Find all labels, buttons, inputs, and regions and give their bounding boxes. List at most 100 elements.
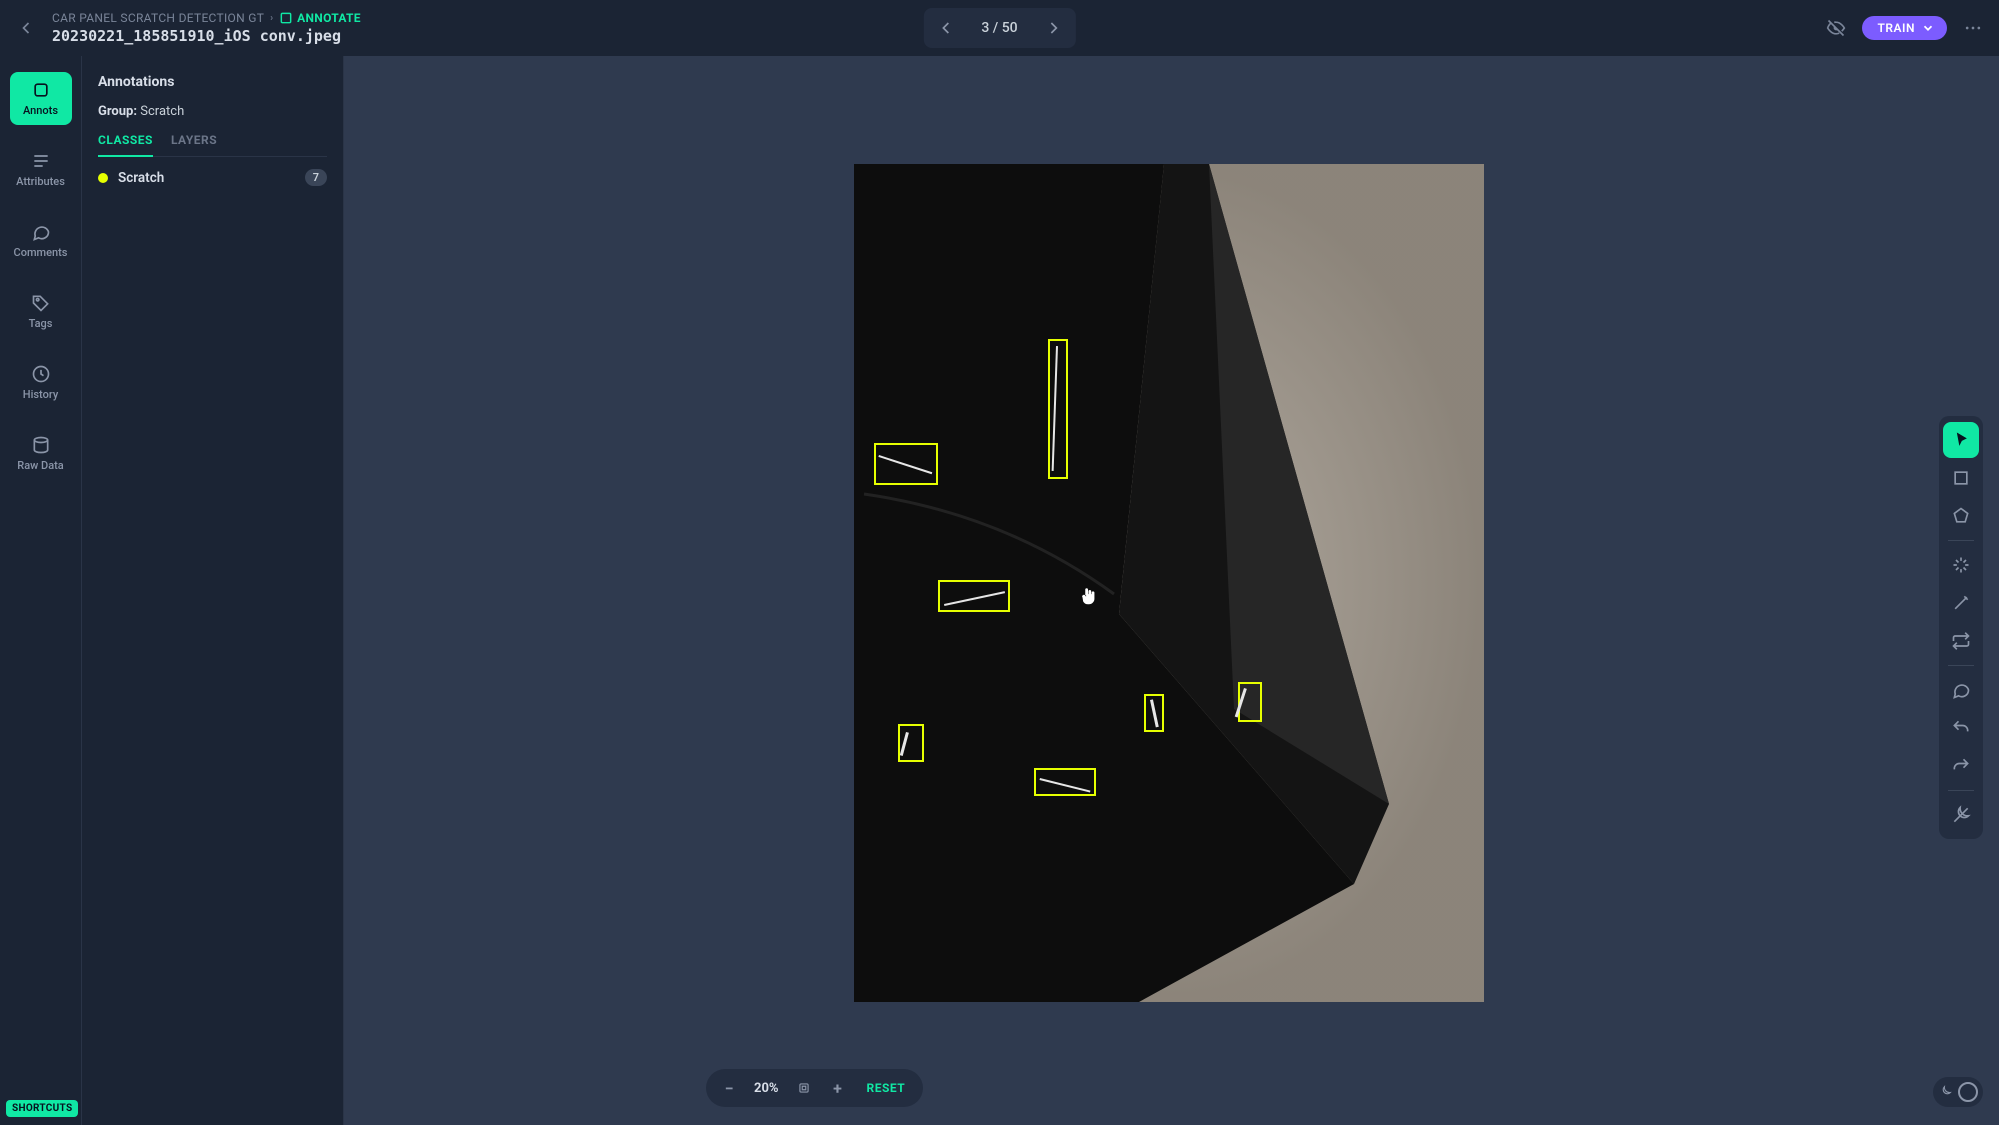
group-label: Group: [98, 104, 137, 119]
tool-sep [1948, 790, 1974, 791]
tool-polygon[interactable] [1943, 498, 1979, 534]
annotation-bbox[interactable] [1034, 768, 1096, 796]
tool-repeat[interactable] [1943, 623, 1979, 659]
arrow-left-icon [16, 18, 36, 38]
ellipsis-icon [1963, 18, 1983, 38]
annotation-bbox[interactable] [1048, 339, 1068, 479]
nav-item-annots[interactable]: Annots [10, 72, 72, 125]
tags-icon [31, 293, 51, 313]
annotations-panel: Annotations Group: Scratch CLASSES LAYER… [82, 56, 344, 1125]
attributes-icon [31, 151, 51, 171]
breadcrumb-project[interactable]: CAR PANEL SCRATCH DETECTION GT [52, 11, 264, 25]
comments-icon [31, 222, 51, 242]
theme-knob [1958, 1082, 1978, 1102]
class-name: Scratch [118, 170, 295, 186]
topbar-left: CAR PANEL SCRATCH DETECTION GT › ANNOTAT… [12, 11, 361, 45]
tab-classes[interactable]: CLASSES [98, 133, 153, 157]
redo-icon [1951, 756, 1971, 776]
tool-smart[interactable] [1943, 547, 1979, 583]
chevron-left-icon [935, 18, 955, 38]
undo-icon [1951, 718, 1971, 738]
chevron-right-icon: › [270, 13, 273, 24]
repeat-icon [1951, 631, 1971, 651]
zoom-level: 20% [748, 1081, 785, 1096]
tool-cursor[interactable] [1943, 422, 1979, 458]
annotation-bbox[interactable] [938, 580, 1010, 612]
breadcrumb: CAR PANEL SCRATCH DETECTION GT › ANNOTAT… [52, 11, 361, 45]
annotation-scratch-line [1052, 346, 1058, 471]
shortcuts-button[interactable]: SHORTCUTS [6, 1100, 78, 1117]
nav-item-comments[interactable]: Comments [10, 214, 72, 267]
fit-icon [797, 1081, 811, 1095]
group-row: Group: Scratch [98, 104, 327, 119]
prev-image-button[interactable] [927, 10, 963, 46]
annotation-bbox[interactable] [1238, 682, 1262, 722]
chevron-right-icon [1044, 18, 1064, 38]
nav-item-history[interactable]: History [10, 356, 72, 409]
annotation-bbox[interactable] [874, 443, 938, 485]
panel-tabs: CLASSES LAYERS [98, 133, 327, 157]
zoom-out-button[interactable]: − [714, 1073, 744, 1103]
moon-slash-icon [1951, 805, 1971, 825]
theme-toggle[interactable] [1933, 1077, 1983, 1107]
tab-layers[interactable]: LAYERS [171, 133, 217, 156]
nav-label: Raw Data [17, 459, 63, 472]
history-icon [31, 364, 51, 384]
wand-icon [1951, 593, 1971, 613]
zoom-reset-button[interactable]: RESET [857, 1081, 916, 1095]
nav-item-attributes[interactable]: Attributes [10, 143, 72, 196]
tool-bbox[interactable] [1943, 460, 1979, 496]
nav-label: History [23, 388, 58, 401]
class-color-swatch [98, 173, 108, 183]
back-button[interactable] [12, 14, 40, 42]
tool-sep [1948, 540, 1974, 541]
nav-label: Attributes [16, 175, 65, 188]
hand-cursor-icon [1076, 584, 1100, 608]
tool-comment[interactable] [1943, 672, 1979, 708]
annots-icon [31, 80, 51, 100]
annotation-scratch-line [1150, 699, 1159, 727]
breadcrumb-section-text: ANNOTATE [297, 11, 361, 25]
polygon-icon [1951, 506, 1971, 526]
class-row[interactable]: Scratch 7 [98, 157, 327, 198]
more-menu-button[interactable] [1959, 14, 1987, 42]
tool-redo[interactable] [1943, 748, 1979, 784]
train-status-label: TRAIN [1878, 21, 1915, 35]
page-navigator: 3 / 50 [923, 8, 1075, 48]
nav-item-tags[interactable]: Tags [10, 285, 72, 338]
image-preview[interactable] [854, 164, 1484, 1002]
group-value: Scratch [140, 104, 184, 119]
canvas[interactable]: − 20% + RESET [344, 56, 1999, 1125]
visibility-toggle[interactable] [1822, 14, 1850, 42]
nav-label: Annots [23, 104, 58, 117]
topbar: CAR PANEL SCRATCH DETECTION GT › ANNOTAT… [0, 0, 1999, 56]
raw-data-icon [31, 435, 51, 455]
zoom-toolbar: − 20% + RESET [706, 1069, 923, 1107]
tool-undo[interactable] [1943, 710, 1979, 746]
bbox-icon [1951, 468, 1971, 488]
train-status-pill[interactable]: TRAIN [1862, 16, 1947, 40]
annotation-scratch-line [878, 455, 932, 474]
tool-brightness[interactable] [1943, 797, 1979, 833]
nav-item-raw-data[interactable]: Raw Data [10, 427, 72, 480]
annotation-scratch-line [944, 591, 1005, 606]
class-count-badge: 7 [305, 169, 327, 186]
breadcrumb-section[interactable]: ANNOTATE [279, 11, 361, 25]
next-image-button[interactable] [1036, 10, 1072, 46]
comment-icon [1951, 680, 1971, 700]
nav-label: Tags [29, 317, 53, 330]
moon-icon [1938, 1085, 1952, 1099]
annotation-bbox[interactable] [1144, 694, 1164, 732]
tool-magic[interactable] [1943, 585, 1979, 621]
zoom-in-button[interactable]: + [823, 1073, 853, 1103]
left-nav: Annots Attributes Comments Tags History … [0, 56, 82, 1125]
annotation-bbox[interactable] [898, 724, 924, 762]
tool-sep [1948, 665, 1974, 666]
sparkle-icon [1951, 555, 1971, 575]
annotate-icon [279, 11, 293, 25]
nav-label: Comments [14, 246, 68, 259]
breadcrumb-filename: 20230221_185851910_iOS conv.jpeg [52, 27, 361, 45]
fit-button[interactable] [789, 1073, 819, 1103]
tool-rail [1939, 416, 1983, 839]
eye-off-icon [1826, 18, 1846, 38]
